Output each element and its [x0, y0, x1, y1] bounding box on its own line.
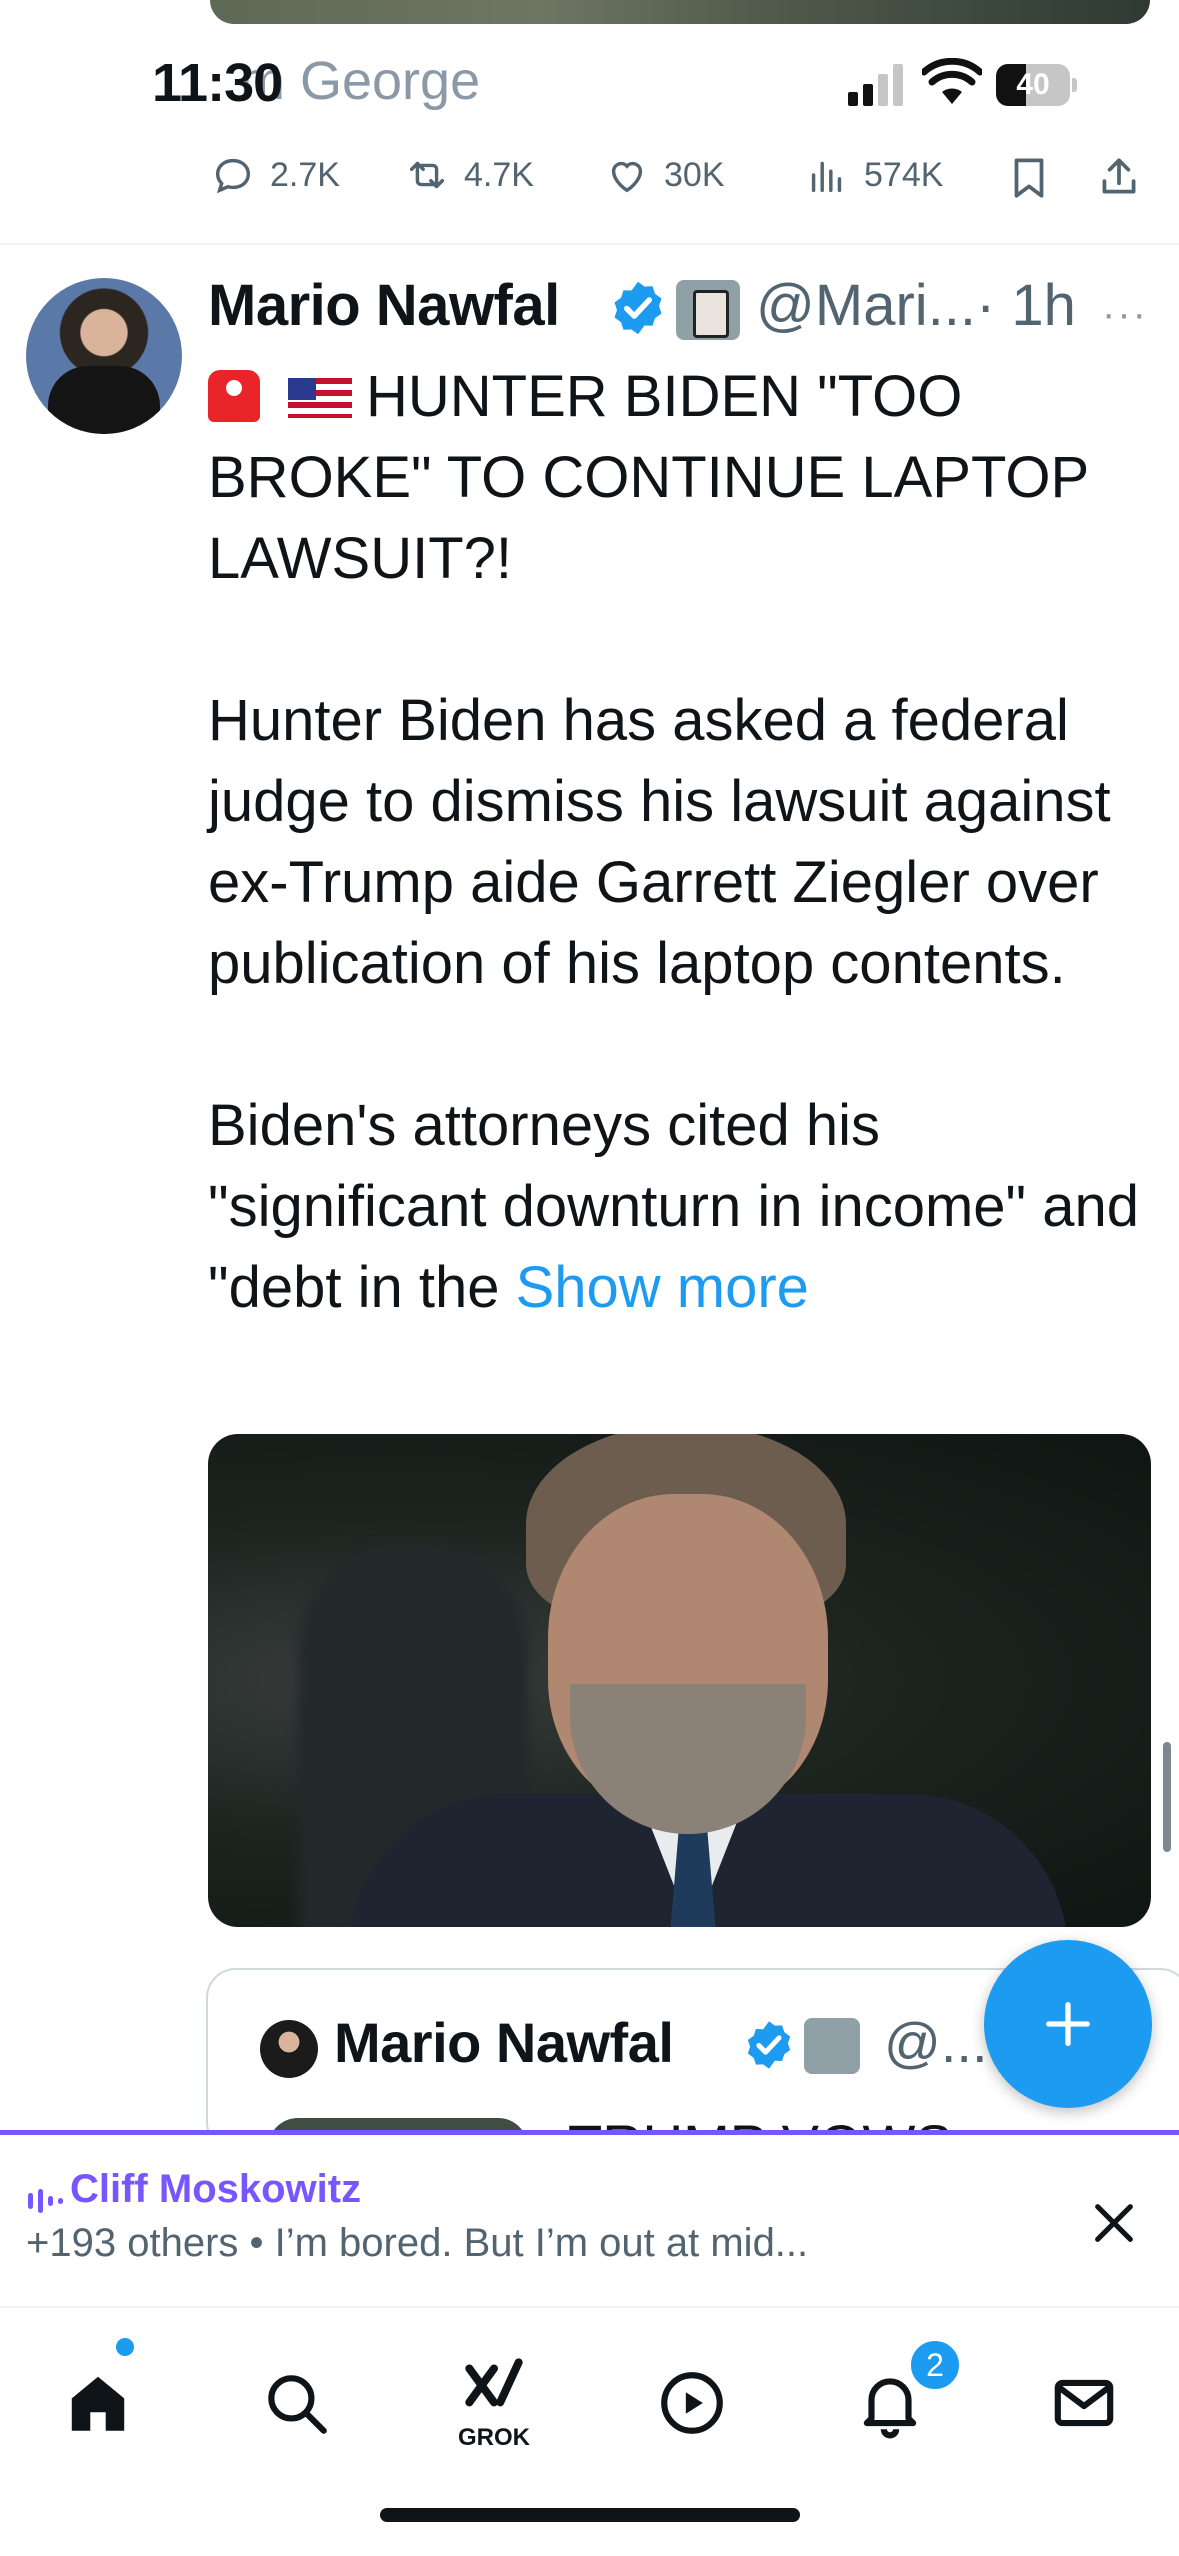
quoted-author-avatar — [260, 2020, 318, 2078]
battery-percentage: 40 — [1016, 68, 1050, 101]
spaces-host-name: Cliff Moskowitz — [70, 2167, 362, 2211]
nav-search[interactable] — [236, 2348, 356, 2458]
author-name[interactable]: Mario Nawfal — [208, 272, 560, 339]
tweet-paragraph: Hunter Biden has asked a federal judge t… — [208, 688, 1127, 996]
close-icon[interactable] — [1086, 2195, 1142, 2251]
share-icon[interactable] — [1094, 150, 1144, 204]
repost-count: 4.7K — [464, 155, 534, 194]
tweet-body[interactable]: HUNTER BIDEN "TOO BROKE" TO CONTINUE LAP… — [208, 356, 1158, 1328]
compose-tweet-button[interactable] — [984, 1940, 1152, 2108]
views-icon — [811, 161, 842, 193]
battery-icon: 40 — [996, 64, 1078, 106]
grok-icon — [465, 2358, 523, 2407]
quoted-author-handle: @... — [884, 2011, 988, 2074]
views-button[interactable]: 574K — [804, 146, 943, 204]
reply-icon — [215, 158, 251, 194]
siren-emoji — [208, 370, 260, 422]
nav-messages[interactable] — [1024, 2348, 1144, 2458]
home-icon — [71, 2376, 125, 2431]
author-avatar[interactable] — [26, 278, 182, 434]
affiliate-badge-icon — [804, 2018, 860, 2074]
plus-icon — [1046, 2002, 1090, 2046]
tweet-time: · 1h — [976, 273, 1076, 338]
us-flag-emoji — [288, 378, 352, 418]
search-icon — [268, 2375, 327, 2434]
quoted-author-name: Mario Nawfal — [334, 2011, 674, 2074]
like-button[interactable]: 30K — [604, 146, 725, 204]
new-posts-indicator — [116, 2338, 134, 2356]
mail-icon — [1054, 2379, 1114, 2427]
nav-video[interactable] — [632, 2348, 752, 2458]
affiliate-badge-icon — [676, 280, 740, 340]
notifications-badge: 2 — [908, 2338, 962, 2392]
home-indicator[interactable] — [380, 2508, 800, 2522]
like-count: 30K — [664, 155, 725, 194]
reply-button[interactable]: 2.7K — [210, 146, 340, 204]
tweet-photo[interactable] — [208, 1434, 1151, 1927]
previous-tweet-media[interactable] — [210, 0, 1150, 24]
status-bar-time: 11:30 — [152, 53, 283, 113]
nav-home[interactable] — [38, 2348, 158, 2458]
spaces-live-bar[interactable]: Cliff Moskowitz +193 others • I’m bored.… — [0, 2130, 1179, 2311]
cellular-signal-icon — [848, 64, 903, 106]
author-handle-and-time: @Mari...· 1h — [756, 272, 1076, 339]
scrollbar[interactable] — [1163, 1742, 1171, 1852]
wifi-icon — [922, 58, 982, 104]
view-count: 574K — [864, 155, 944, 194]
verified-badge-icon — [614, 281, 662, 335]
bookmark-icon[interactable] — [1004, 150, 1054, 204]
nav-grok[interactable]: GROK — [434, 2332, 554, 2451]
spaces-audio-icon — [28, 2189, 63, 2213]
show-more-link[interactable]: Show more — [516, 1255, 809, 1320]
more-options-icon[interactable]: ··· — [1102, 292, 1148, 337]
grok-label: GROK — [458, 2424, 530, 2451]
heart-icon — [611, 161, 643, 193]
author-handle: @Mari... — [756, 273, 976, 338]
play-icon — [661, 2372, 723, 2434]
repost-button[interactable]: 4.7K — [404, 146, 534, 204]
verified-badge-icon — [747, 2021, 791, 2069]
spaces-subtitle: +193 others • I’m bored. But I’m out at … — [26, 2221, 809, 2265]
tweet-divider — [0, 243, 1179, 245]
reply-count: 2.7K — [270, 155, 340, 194]
repost-icon — [409, 161, 445, 189]
